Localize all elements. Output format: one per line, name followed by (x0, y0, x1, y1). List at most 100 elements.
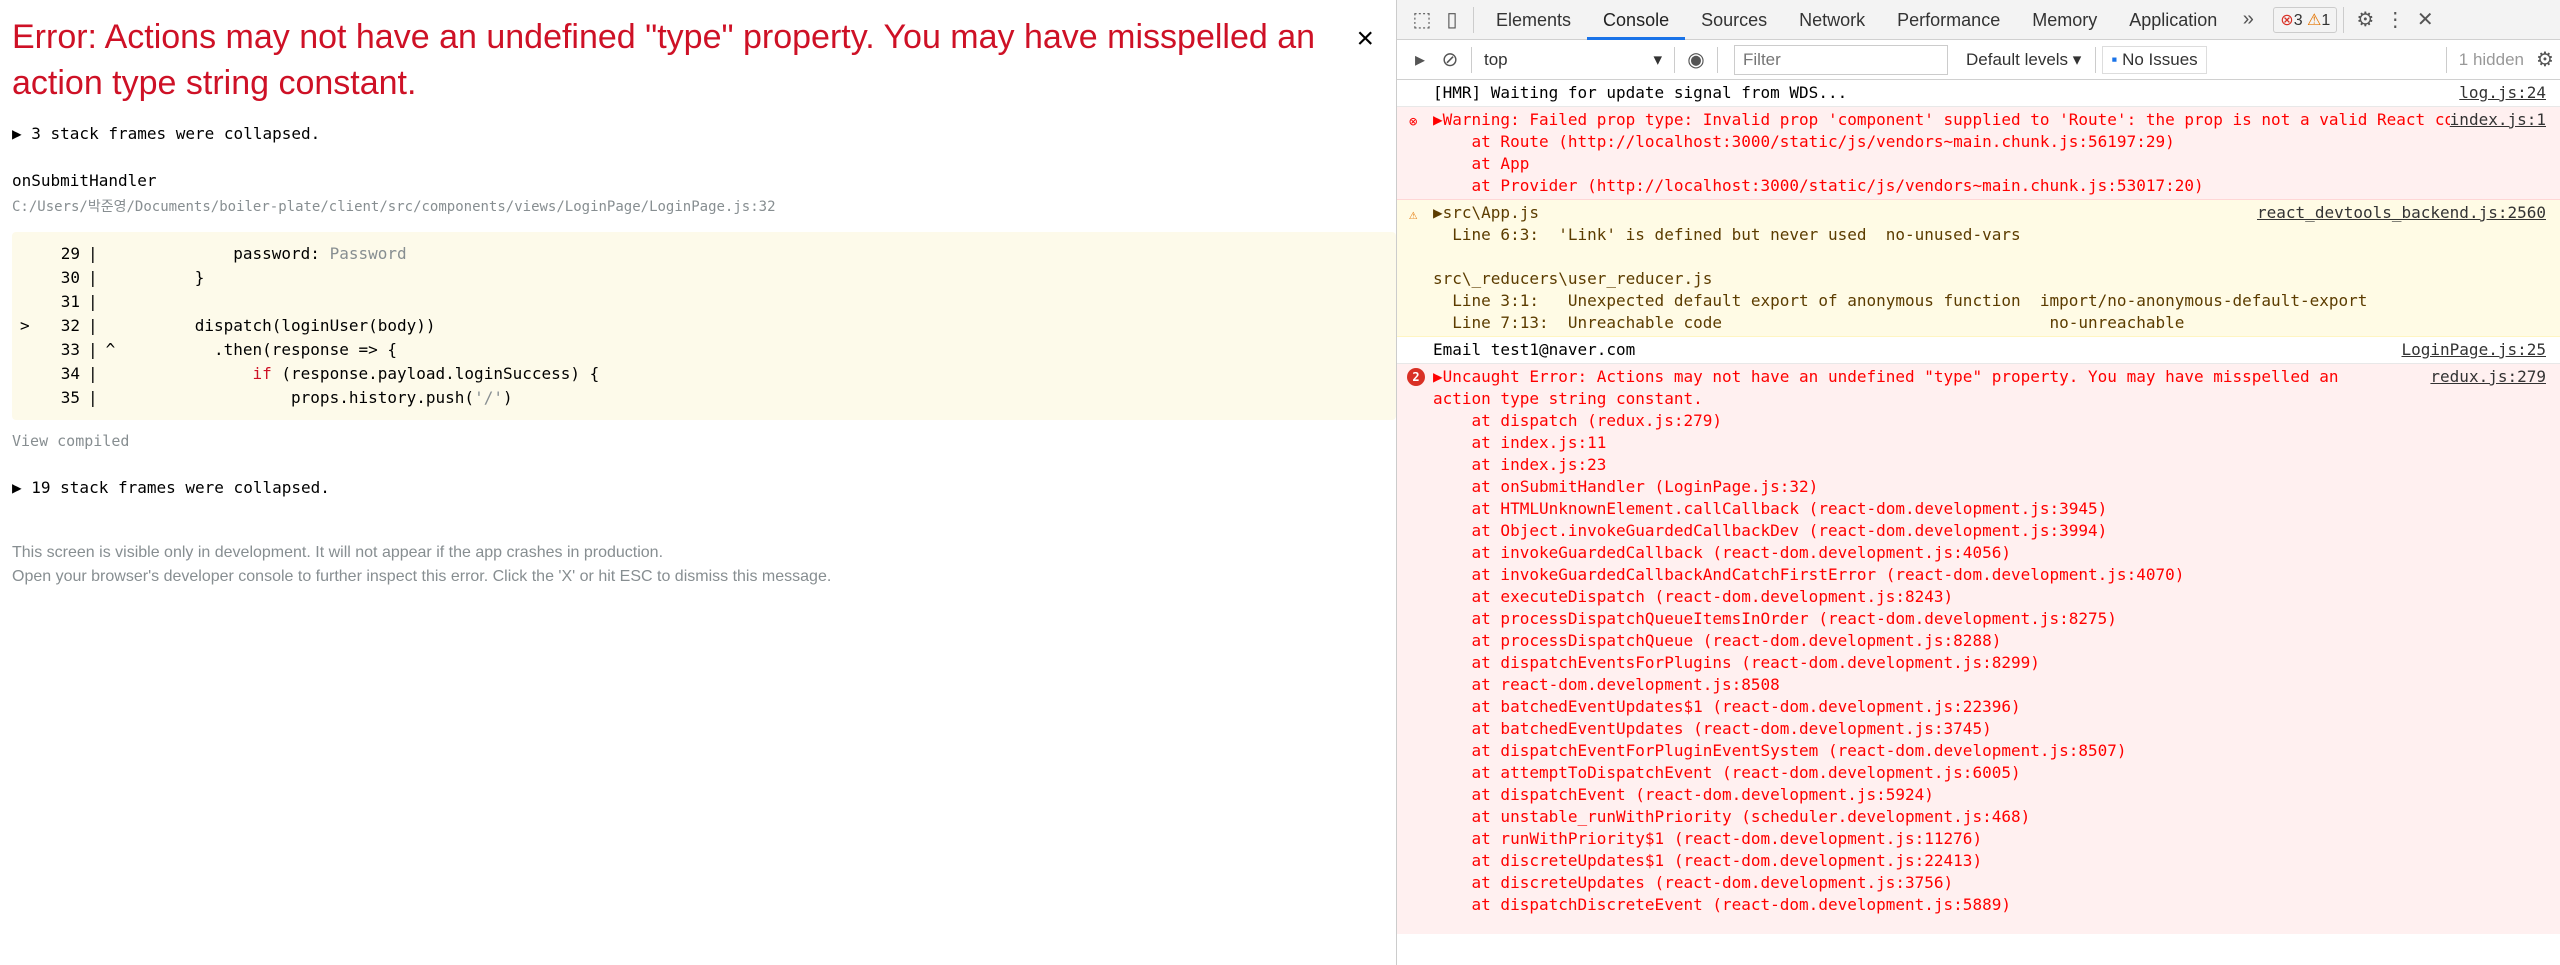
close-icon[interactable]: × (1356, 22, 1374, 56)
code-frame: 29 | password: Password 30 | } 31 | >32 | dispa… (12, 232, 1396, 420)
stack-frame[interactable]: at index.js:23 (1433, 454, 2546, 476)
divider (2095, 46, 2097, 73)
gutter-bar: | (88, 268, 98, 287)
line-number: 29 (60, 244, 80, 263)
collapsed-frames-top[interactable]: ▶ 3 stack frames were collapsed. (12, 124, 1384, 143)
divider (2343, 6, 2345, 33)
collapsed-frames-bottom[interactable]: ▶ 19 stack frames were collapsed. (12, 478, 1384, 497)
stack-frame[interactable]: at processDispatchQueue (react-dom.devel… (1433, 630, 2546, 652)
source-link[interactable]: index.js:1 (2449, 109, 2546, 131)
chevron-down-icon: ▾ (1653, 49, 1662, 69)
message-text: ▶Warning: Failed prop type: Invalid prop… (1433, 110, 2522, 195)
file-path: C:/Users/박준영/Documents/boiler-plate/clie… (12, 199, 776, 215)
gutter-bar: | (88, 340, 98, 359)
device-toolbar-icon[interactable]: ▯ (1437, 7, 1467, 32)
stack-frame[interactable]: at attemptToDispatchEvent (react-dom.dev… (1433, 762, 2546, 784)
dev-note: This screen is visible only in developme… (12, 541, 1384, 589)
warning-icon: ⚠ (2307, 11, 2322, 29)
stack-frame[interactable]: at discreteUpdates (react-dom.developmen… (1433, 872, 2546, 894)
function-name: onSubmitHandler (12, 171, 157, 190)
stack-frame[interactable]: at onSubmitHandler (LoginPage.js:32) (1433, 476, 2546, 498)
stack-frame[interactable]: at react-dom.development.js:8508 (1433, 674, 2546, 696)
source-link[interactable]: LoginPage.js:25 (2402, 339, 2547, 361)
stack-frame[interactable]: at invokeGuardedCallback (react-dom.deve… (1433, 542, 2546, 564)
tab-network[interactable]: Network (1783, 0, 1881, 40)
close-devtools-icon[interactable]: ✕ (2410, 7, 2440, 32)
stack-frame[interactable]: at Object.invokeGuardedCallbackDev (reac… (1433, 520, 2546, 542)
line-number: 31 (60, 292, 80, 311)
console-settings-gear-icon[interactable]: ⚙ (2530, 47, 2560, 72)
stack-frame[interactable]: at executeDispatch (react-dom.developmen… (1433, 586, 2546, 608)
error-title: Error: Actions may not have an undefined… (12, 18, 1316, 102)
stack-frame[interactable]: at dispatchEventForPluginEventSystem (re… (1433, 740, 2546, 762)
tab-performance[interactable]: Performance (1881, 0, 2016, 40)
log-levels-dropdown[interactable]: Default levels ▾ (1958, 50, 2089, 70)
tab-sources[interactable]: Sources (1685, 0, 1783, 40)
stack-frame[interactable]: at discreteUpdates$1 (react-dom.developm… (1433, 850, 2546, 872)
tab-application[interactable]: Application (2113, 0, 2233, 40)
clear-console-icon[interactable]: ⊘ (1435, 47, 1465, 72)
line-number: 32 (60, 316, 80, 335)
divider (1473, 6, 1474, 33)
source-link[interactable]: react_devtools_backend.js:2560 (2257, 202, 2546, 224)
code-text: if (response.payload.loginSuccess) { (252, 364, 600, 383)
devtools-tabs: Elements Console Sources Network Performance… (1480, 0, 2233, 40)
source-link[interactable]: log.js:24 (2459, 82, 2546, 104)
error-overlay: Error: Actions may not have an undefined… (0, 0, 1396, 965)
stack-frame[interactable]: at runWithPriority$1 (react-dom.developm… (1433, 828, 2546, 850)
code-line: 31 | (20, 290, 1388, 314)
issues-button[interactable]: ▪ No Issues (2102, 45, 2207, 74)
tab-console[interactable]: Console (1587, 0, 1686, 40)
stack-frame[interactable]: at dispatchEventsForPlugins (react-dom.d… (1433, 652, 2546, 674)
live-expression-eye-icon[interactable]: ◉ (1681, 47, 1711, 72)
console-message-uncaught-error[interactable]: 2 ▶Uncaught Error: Actions may not have a… (1397, 364, 2560, 934)
message-text: ▶Uncaught Error: Actions may not have an… (1433, 367, 2339, 408)
code-text: .then(response => { (117, 340, 397, 359)
console-message-warning-proptype[interactable]: ⊗ ▶Warning: Failed prop type: Invalid pro… (1397, 107, 2560, 200)
stack-trace: at dispatch (redux.js:279) at index.js:1… (1433, 410, 2546, 916)
settings-gear-icon[interactable]: ⚙ (2350, 7, 2380, 32)
sidebar-toggle-icon[interactable]: ▸ (1405, 47, 1435, 72)
code-line: 35 | props.history.push('/') (20, 386, 1388, 410)
context-selector[interactable]: top ▾ (1478, 50, 1668, 70)
hidden-count: 1 hidden (2458, 49, 2524, 69)
divider (1717, 46, 1718, 73)
gutter-bar: | (88, 316, 98, 335)
tab-memory[interactable]: Memory (2016, 0, 2113, 40)
console-message-email: Email test1@naver.com LoginPage.js:25 (1397, 337, 2560, 364)
stack-frame[interactable]: at batchedEventUpdates$1 (react-dom.deve… (1433, 696, 2546, 718)
line-number: 33 (60, 340, 80, 359)
console-message-lint-warning[interactable]: ⚠ ▶src\App.js Line 6:3: 'Link' is defined… (1397, 200, 2560, 337)
stack-frame[interactable]: at processDispatchQueueItemsInOrder (rea… (1433, 608, 2546, 630)
stack-frame[interactable]: at invokeGuardedCallbackAndCatchFirstErr… (1433, 564, 2546, 586)
stack-frame[interactable]: at dispatchDiscreteEvent (react-dom.deve… (1433, 894, 2546, 916)
warning-icon: ⚠ (1409, 207, 1418, 223)
console-messages: [HMR] Waiting for update signal from WDS… (1397, 80, 2560, 934)
code-line: 33 | ^ .then(response => { (20, 338, 1388, 362)
filter-input[interactable] (1734, 44, 1948, 75)
code-text: props.history.push('/') (117, 388, 513, 407)
warning-count: 1 (2321, 11, 2331, 29)
inspect-element-icon[interactable]: ⬚ (1407, 7, 1437, 32)
code-text: } (117, 268, 205, 287)
tab-elements[interactable]: Elements (1480, 0, 1587, 40)
view-compiled-link[interactable]: View compiled (12, 432, 1384, 450)
error-icon: ⊗ (1409, 114, 1418, 130)
more-tabs-icon[interactable]: » (2233, 8, 2263, 31)
stack-frame[interactable]: at batchedEventUpdates (react-dom.develo… (1433, 718, 2546, 740)
source-link[interactable]: redux.js:279 (2430, 366, 2546, 388)
divider (1674, 46, 1675, 73)
stack-frame[interactable]: at dispatchEvent (react-dom.development.… (1433, 784, 2546, 806)
issue-counter[interactable]: ⊗3 ⚠1 (2273, 6, 2338, 33)
gutter-bar: | (88, 292, 98, 311)
dev-note-line2: Open your browser's developer console to… (12, 568, 832, 585)
gutter-bar: | (88, 244, 98, 263)
stack-frame[interactable]: at index.js:11 (1433, 432, 2546, 454)
stack-frame[interactable]: at HTMLUnknownElement.callCallback (reac… (1433, 498, 2546, 520)
error-count: 3 (2293, 11, 2303, 29)
caret: ^ (105, 340, 116, 359)
stack-frame[interactable]: at unstable_runWithPriority (scheduler.d… (1433, 806, 2546, 828)
stack-frame[interactable]: at dispatch (redux.js:279) (1433, 410, 2546, 432)
kebab-menu-icon[interactable]: ⋮ (2380, 7, 2410, 32)
gutter-bar: | (88, 388, 98, 407)
